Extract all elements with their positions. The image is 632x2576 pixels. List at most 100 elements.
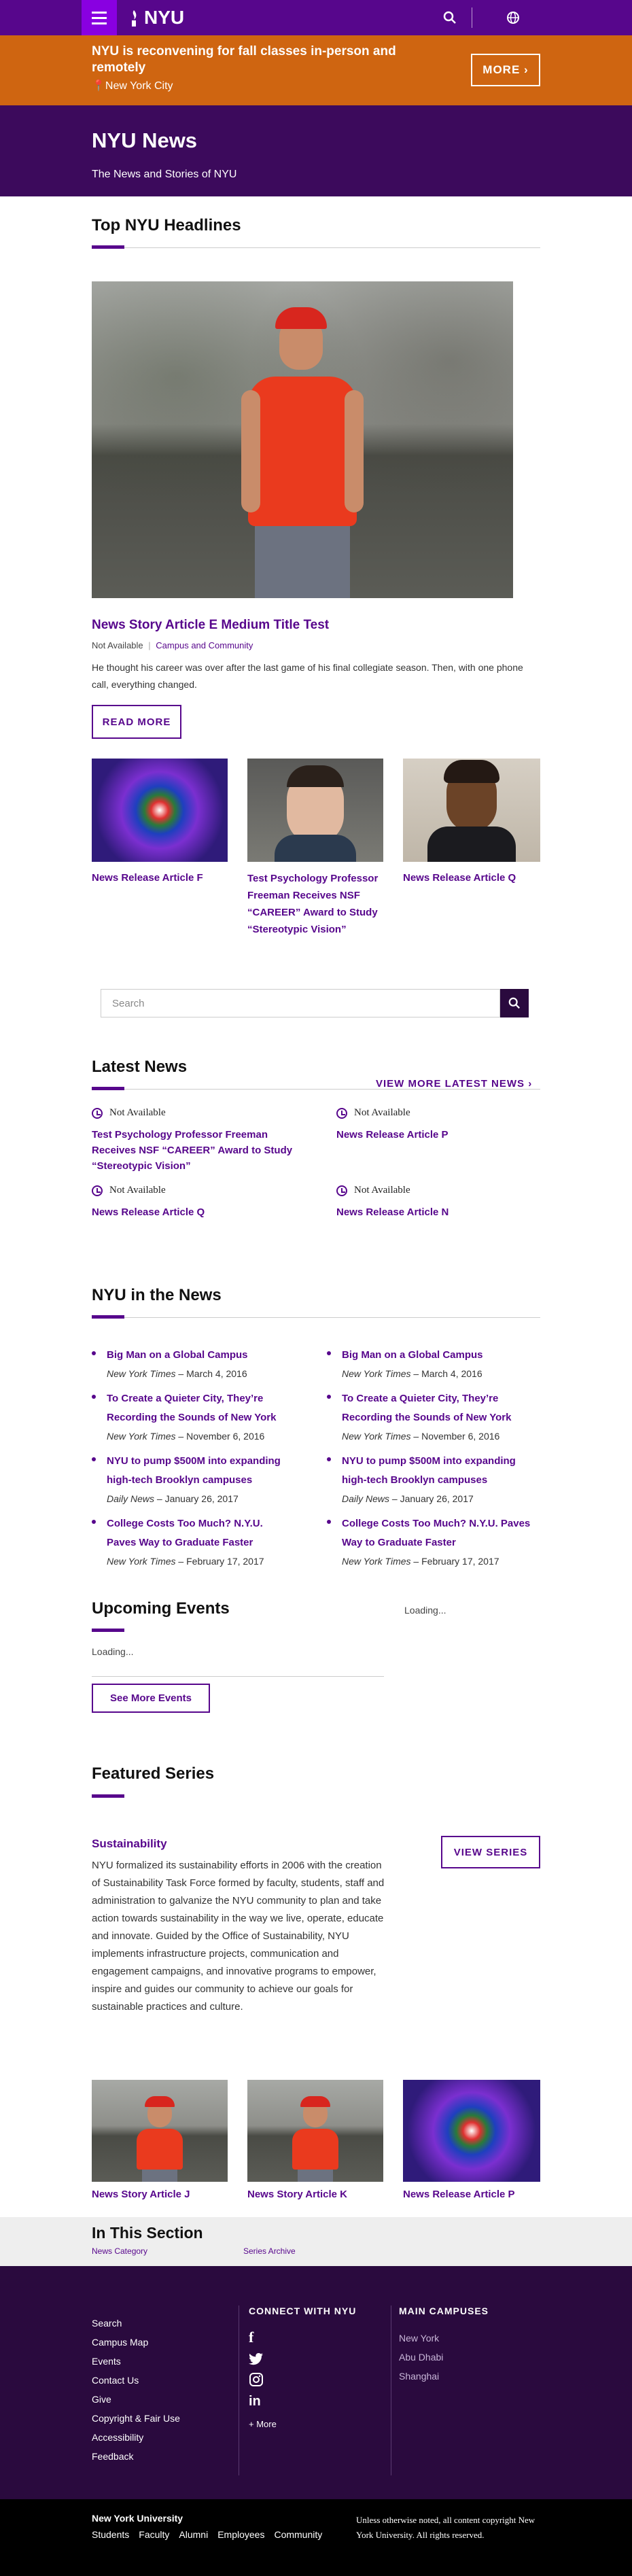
footer-link[interactable]: Contact Us	[92, 2371, 228, 2390]
in-this-section-heading: In This Section	[92, 2224, 203, 2242]
bottom-footer: New York University Students Faculty Alu…	[0, 2499, 632, 2576]
copyright-text: Unless otherwise noted, all content copy…	[356, 2515, 536, 2540]
search-input[interactable]: Search	[101, 989, 500, 1017]
events-loading: Loading...	[92, 1646, 134, 1657]
view-more-latest-link[interactable]: VIEW MORE LATEST NEWS ›	[376, 1078, 532, 1090]
featured-story-summary: He thought his career was over after the…	[92, 662, 523, 690]
events-heading: Upcoming Events	[92, 1599, 230, 1618]
card-title-f[interactable]: News Release Article F	[92, 872, 228, 884]
facebook-icon[interactable]: f	[249, 2329, 385, 2346]
series-card-image-k[interactable]	[247, 2080, 383, 2182]
campus-link[interactable]: New York	[399, 2329, 535, 2348]
footer: Search Campus Map Events Contact Us Give…	[0, 2266, 632, 2499]
series-description: NYU formalized its sustainability effort…	[92, 1860, 385, 2013]
latest-item: Not Available News Release Article P	[336, 1107, 540, 1143]
more-social-link[interactable]: + More	[249, 2419, 385, 2429]
search-icon	[508, 997, 520, 1009]
featured-story-image[interactable]	[92, 281, 513, 598]
search-submit-button[interactable]	[500, 989, 529, 1017]
list-item: To Create a Quieter City, They’re Record…	[327, 1389, 531, 1445]
featured-story-title[interactable]: News Story Article E Medium Title Test	[92, 618, 329, 633]
list-item: To Create a Quieter City, They’re Record…	[92, 1389, 289, 1445]
page-subtitle: The News and Stories of NYU	[92, 169, 237, 180]
series-card-image-j[interactable]	[92, 2080, 228, 2182]
series-card-image-p[interactable]	[403, 2080, 540, 2182]
alert-banner: NYU is reconvening for fall classes in-p…	[0, 35, 632, 105]
series-card-title[interactable]: News Release Article P	[403, 2189, 515, 2200]
audience-link[interactable]: Students	[92, 2529, 129, 2540]
card-image-freeman[interactable]	[247, 759, 383, 862]
heading-accent	[92, 245, 124, 249]
view-series-button[interactable]: VIEW SERIES	[441, 1836, 540, 1868]
audience-link[interactable]: Faculty	[139, 2529, 169, 2540]
instagram-icon[interactable]	[249, 2372, 264, 2387]
person-figure	[241, 295, 364, 598]
series-card-title[interactable]: News Story Article K	[247, 2189, 347, 2200]
footer-link[interactable]: Search	[92, 2314, 228, 2333]
read-more-button[interactable]: READ MORE	[92, 705, 181, 739]
section-link[interactable]: News Category	[92, 2246, 147, 2256]
alert-title: NYU is reconvening for fall classes in-p…	[92, 44, 396, 75]
campus-link[interactable]: Shanghai	[399, 2367, 535, 2386]
headlines-heading: Top NYU Headlines	[92, 216, 241, 234]
list-item: NYU to pump $500M into expanding high-te…	[327, 1452, 531, 1508]
footer-link[interactable]: Events	[92, 2352, 228, 2371]
series-title[interactable]: Sustainability	[92, 1837, 167, 1851]
list-item: Big Man on a Global Campus New York Times…	[92, 1346, 289, 1382]
logo-text: NYU	[144, 7, 185, 28]
chevron-right-icon: ›	[524, 63, 529, 76]
globe-icon[interactable]	[499, 0, 527, 35]
clock-icon	[92, 1185, 103, 1196]
events-loading-secondary: Loading...	[404, 1605, 446, 1616]
university-name: New York University	[92, 2513, 183, 2524]
latest-item-title[interactable]: Test Psychology Professor Freeman Receiv…	[92, 1127, 296, 1174]
section-link[interactable]: Series Archive	[243, 2246, 296, 2256]
menu-button[interactable]	[82, 0, 117, 35]
card-image-f[interactable]	[92, 759, 228, 862]
latest-item-title[interactable]: News Release Article N	[336, 1204, 540, 1220]
twitter-icon[interactable]	[249, 2353, 264, 2365]
chevron-right-icon: ›	[528, 1078, 533, 1090]
featured-series-heading: Featured Series	[92, 1764, 215, 1783]
top-navigation-bar: NYU	[0, 0, 632, 35]
location-pin-icon: 📍	[92, 80, 105, 92]
in-the-news-heading: NYU in the News	[92, 1286, 222, 1304]
audience-link[interactable]: Community	[274, 2529, 322, 2540]
connect-heading: CONNECT WITH NYU	[249, 2305, 357, 2316]
card-title-q[interactable]: News Release Article Q	[403, 872, 540, 884]
page-hero: NYU News The News and Stories of NYU	[0, 105, 632, 196]
footer-link[interactable]: Give	[92, 2390, 228, 2409]
search-icon[interactable]	[436, 0, 463, 35]
latest-item-title[interactable]: News Release Article P	[336, 1127, 540, 1143]
footer-link[interactable]: Campus Map	[92, 2333, 228, 2352]
audience-link[interactable]: Alumni	[179, 2529, 208, 2540]
latest-item: Not Available News Release Article Q	[92, 1185, 296, 1220]
list-item: NYU to pump $500M into expanding high-te…	[92, 1452, 289, 1508]
list-item: Big Man on a Global Campus New York Times…	[327, 1346, 531, 1382]
latest-item: Not Available Test Psychology Professor …	[92, 1107, 296, 1174]
footer-link[interactable]: Accessibility	[92, 2428, 228, 2447]
card-image-q[interactable]	[403, 759, 540, 862]
latest-item: Not Available News Release Article N	[336, 1185, 540, 1220]
latest-heading: Latest News	[92, 1058, 188, 1076]
linkedin-icon[interactable]: in	[249, 2394, 385, 2409]
alert-more-button[interactable]: MORE ›	[471, 54, 540, 86]
in-the-news-list: Big Man on a Global Campus New York Times…	[327, 1346, 531, 1577]
footer-link[interactable]: Copyright & Fair Use	[92, 2409, 228, 2428]
clock-icon	[336, 1185, 347, 1196]
latest-item-title[interactable]: News Release Article Q	[92, 1204, 296, 1220]
card-title-freeman[interactable]: Test Psychology Professor Freeman Receiv…	[247, 870, 383, 938]
footer-link[interactable]: Feedback	[92, 2447, 228, 2466]
campus-link[interactable]: Abu Dhabi	[399, 2348, 535, 2367]
in-the-news-list: Big Man on a Global Campus New York Times…	[92, 1346, 289, 1577]
series-card-title[interactable]: News Story Article J	[92, 2189, 190, 2200]
see-more-events-button[interactable]: See More Events	[92, 1684, 210, 1713]
audience-link[interactable]: Employees	[217, 2529, 264, 2540]
story-status: Not Available	[92, 640, 143, 650]
in-this-section: In This Section News Category Series Arc…	[0, 2217, 632, 2266]
torch-icon	[132, 10, 137, 27]
page-title: NYU News	[92, 128, 198, 152]
story-category-link[interactable]: Campus and Community	[156, 640, 253, 650]
audience-links: Students Faculty Alumni Employees Commun…	[92, 2529, 322, 2540]
nyu-logo[interactable]: NYU	[126, 7, 184, 29]
